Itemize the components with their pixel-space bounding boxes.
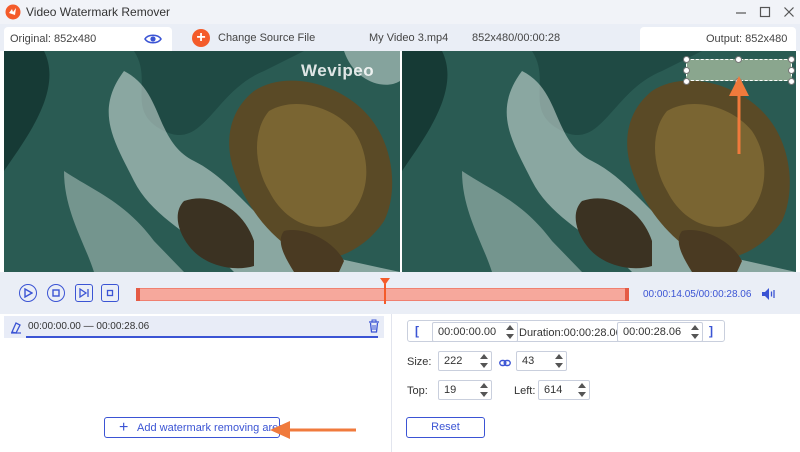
left-label: Left: [514, 385, 536, 397]
change-source-button[interactable]: Change Source File [218, 32, 315, 44]
top-stepper[interactable] [479, 382, 489, 398]
duration-label: Duration:00:00:28.06 [519, 327, 622, 339]
link-icon[interactable] [499, 357, 511, 369]
close-icon [784, 7, 794, 17]
reset-button[interactable]: Reset [406, 417, 485, 438]
maximize-icon [759, 6, 771, 18]
app-logo-icon [5, 4, 21, 20]
minimize-icon [736, 12, 746, 14]
top-label: Top: [407, 385, 428, 397]
playhead-line [384, 284, 386, 304]
output-tab: Output: 852x480 [640, 27, 796, 51]
size-label: Size: [407, 356, 432, 368]
original-preview: Wevipeo [4, 51, 400, 272]
width-stepper[interactable] [479, 353, 489, 369]
width-field[interactable]: 222 [438, 351, 492, 371]
resize-handle[interactable] [735, 78, 742, 85]
ocean-rock-image [4, 51, 400, 272]
fullscreen-icon [106, 289, 114, 297]
timeline-end-handle[interactable] [625, 288, 629, 301]
info-bar: Original: 852x480 + Change Source File M… [0, 24, 800, 51]
height-field[interactable]: 43 [516, 351, 567, 371]
timeline-track[interactable] [136, 288, 629, 301]
play-button[interactable] [19, 284, 37, 302]
close-button[interactable] [780, 3, 798, 21]
resize-handle[interactable] [788, 67, 795, 74]
resize-handle[interactable] [683, 56, 690, 63]
end-time-field[interactable]: 00:00:28.06 [617, 322, 703, 342]
plus-icon: + [119, 419, 129, 436]
start-time-stepper[interactable] [505, 324, 515, 340]
segment-time-range: 00:00:00.00 — 00:00:28.06 [28, 321, 150, 332]
height-stepper[interactable] [554, 353, 564, 369]
maximize-button[interactable] [756, 3, 774, 21]
watermark-text: Wevipeo [301, 61, 375, 80]
segment-panel: 00:00:00.00 — 00:00:28.06 + Add watermar… [0, 314, 392, 452]
left-field[interactable]: 614 [538, 380, 590, 400]
resize-handle[interactable] [735, 56, 742, 63]
playback-controls: 00:00:14.05/00:00:28.06 [0, 272, 800, 314]
resize-handle[interactable] [788, 56, 795, 63]
eraser-icon [11, 322, 21, 334]
stop-button[interactable] [47, 284, 65, 302]
eye-icon[interactable] [144, 32, 162, 46]
timecode: 00:00:14.05/00:00:28.06 [643, 289, 752, 300]
add-watermark-area-button[interactable]: + Add watermark removing area [104, 417, 284, 438]
start-bracket-icon[interactable]: [ [415, 324, 419, 338]
add-area-label: Add watermark removing area [137, 422, 285, 434]
resize-handle[interactable] [683, 67, 690, 74]
next-frame-icon [79, 288, 89, 298]
fullscreen-button[interactable] [101, 284, 119, 302]
end-bracket-icon[interactable]: ] [709, 324, 713, 338]
original-tab: Original: 852x480 [4, 27, 172, 51]
original-label: Original: 852x480 [10, 33, 97, 45]
start-time-field[interactable]: 00:00:00.00 [432, 322, 518, 342]
app-title: Video Watermark Remover [26, 5, 171, 19]
volume-icon[interactable] [761, 287, 777, 301]
play-icon [24, 288, 33, 298]
timeline-start-handle[interactable] [136, 288, 140, 301]
top-field[interactable]: 19 [438, 380, 492, 400]
output-preview [402, 51, 796, 272]
segment-progress-line [26, 336, 378, 338]
resize-handle[interactable] [788, 78, 795, 85]
title-bar: Video Watermark Remover [0, 0, 800, 24]
next-frame-button[interactable] [75, 284, 93, 302]
trash-icon[interactable] [368, 319, 380, 333]
segment-row[interactable]: 00:00:00.00 — 00:00:28.06 [4, 316, 384, 338]
output-label: Output: 852x480 [706, 33, 788, 45]
area-settings-panel: [ 00:00:00.00 Duration:00:00:28.06 00:00… [393, 314, 800, 452]
left-stepper[interactable] [577, 382, 587, 398]
minimize-button[interactable] [732, 3, 750, 21]
resize-handle[interactable] [683, 78, 690, 85]
stop-icon [52, 289, 60, 297]
change-source-plus-icon[interactable]: + [192, 29, 210, 47]
end-time-stepper[interactable] [690, 324, 700, 340]
file-info: 852x480/00:00:28 [472, 32, 561, 44]
file-name: My Video 3.mp4 [369, 32, 449, 44]
